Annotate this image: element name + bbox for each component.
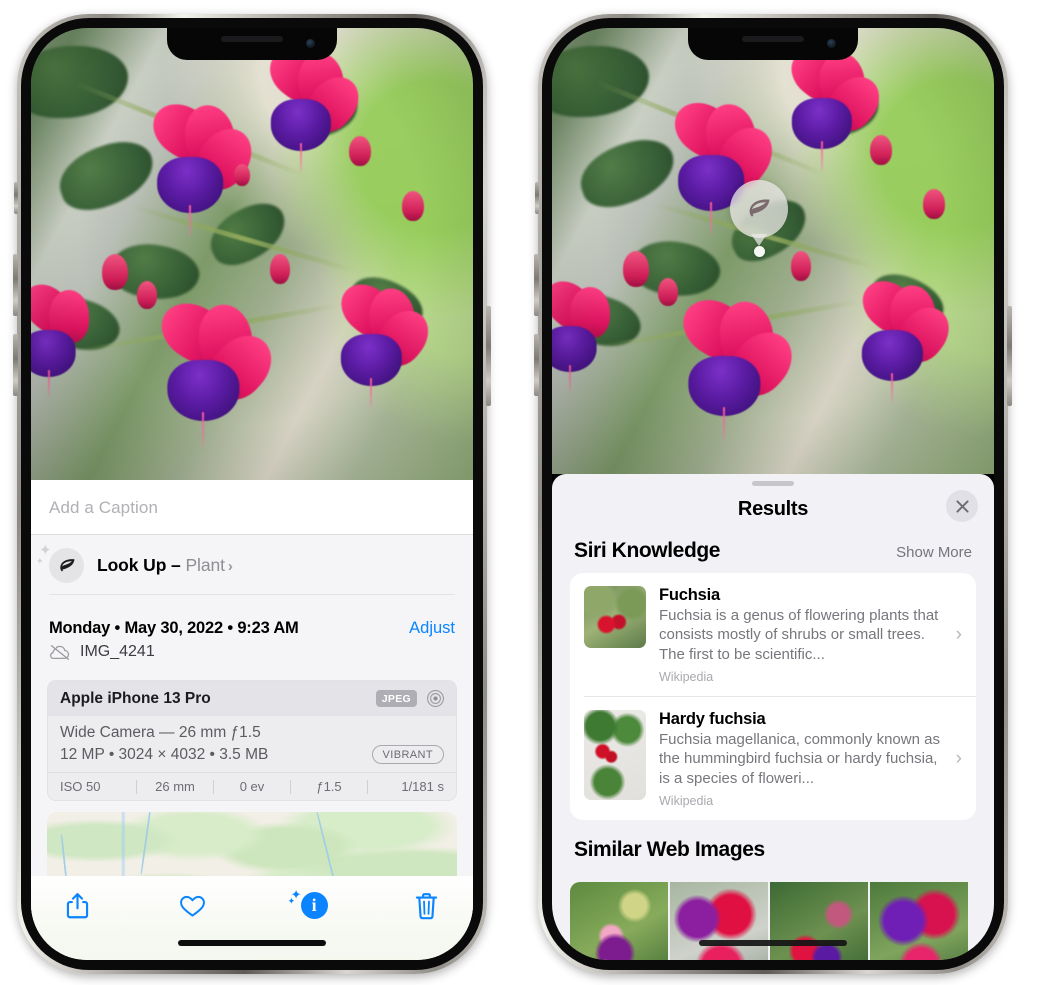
- cloud-slash-icon: [50, 644, 70, 660]
- badge-pointer: [751, 234, 767, 246]
- result-title: Fuchsia: [659, 586, 720, 604]
- divider: [49, 594, 455, 595]
- info-glyph: i: [300, 892, 328, 919]
- photo-viewer[interactable]: [552, 28, 994, 474]
- side-power-button[interactable]: [1007, 306, 1012, 406]
- exif-body: Wide Camera — 26 mm ƒ1.5 12 MP • 3024 × …: [48, 716, 456, 772]
- earpiece-speaker: [221, 36, 283, 42]
- exif-header: Apple iPhone 13 Pro JPEG: [48, 681, 456, 716]
- volume-down-button[interactable]: [13, 334, 18, 396]
- section-title: Siri Knowledge: [574, 539, 721, 562]
- share-icon: [66, 893, 88, 919]
- adjust-button[interactable]: Adjust: [409, 619, 455, 638]
- result-source: Wikipedia: [659, 670, 714, 685]
- home-indicator[interactable]: [699, 940, 847, 946]
- similar-web-images-header: Similar Web Images: [552, 838, 994, 872]
- front-camera: [827, 39, 836, 48]
- photographic-style-badge: VIBRANT: [371, 745, 444, 764]
- result-description: Fuchsia is a genus of flowering plants t…: [659, 607, 939, 663]
- subject-dot-indicator: [754, 246, 765, 257]
- volume-up-button[interactable]: [13, 254, 18, 316]
- screenshot-stage: Add a Caption ✦ ✦ Look Up – Plant › Mond…: [0, 0, 1055, 985]
- close-icon: [955, 499, 969, 513]
- silence-switch[interactable]: [14, 182, 18, 214]
- side-power-button[interactable]: [486, 306, 491, 406]
- notch: [167, 28, 337, 60]
- photo-vignette: [552, 28, 994, 474]
- front-camera: [306, 39, 315, 48]
- close-button[interactable]: [946, 490, 978, 522]
- show-more-button[interactable]: Show More: [896, 544, 972, 561]
- list-item[interactable]: Fuchsia Fuchsia is a genus of flowering …: [570, 573, 976, 696]
- leaf-icon: ✦ ✦: [36, 543, 84, 583]
- look-up-prefix: Look Up –: [97, 555, 186, 575]
- right-screen: Results Siri Knowledge Show More Fuchsia…: [552, 28, 994, 960]
- notch: [688, 28, 858, 60]
- web-image-4[interactable]: [870, 882, 968, 960]
- photo-metadata: Monday • May 30, 2022 • 9:23 AM Adjust I…: [31, 607, 473, 669]
- exif-exposure: 0 ev: [239, 779, 265, 794]
- favorite-button[interactable]: [172, 888, 212, 924]
- look-up-subject: Plant: [185, 555, 225, 575]
- aperture-icon: [427, 690, 444, 707]
- chevron-right-icon: ›: [227, 558, 233, 575]
- leaf-icon: [749, 199, 770, 217]
- web-image-2[interactable]: [670, 882, 768, 960]
- resolution-info: 12 MP • 3024 × 4032 • 3.5 MB: [60, 745, 269, 763]
- exif-iso: ISO 50: [60, 779, 101, 794]
- web-image-1[interactable]: [570, 882, 668, 960]
- section-title: Similar Web Images: [574, 838, 765, 862]
- trash-icon: [416, 893, 438, 920]
- siri-knowledge-card: Fuchsia Fuchsia is a genus of flowering …: [570, 573, 976, 821]
- web-image-3[interactable]: [770, 882, 868, 960]
- page-title: Results: [737, 498, 809, 520]
- chevron-right-icon: ›: [955, 623, 962, 645]
- photo-vignette: [31, 28, 473, 480]
- capture-date: Monday • May 30, 2022 • 9:23 AM: [49, 619, 299, 637]
- home-indicator[interactable]: [178, 940, 326, 946]
- photo-toolbar: ✦ ✦ i: [31, 876, 473, 960]
- results-sheet: Results Siri Knowledge Show More Fuchsia…: [552, 474, 994, 960]
- heart-icon: [179, 895, 205, 917]
- earpiece-speaker: [742, 36, 804, 42]
- iphone-left: Add a Caption ✦ ✦ Look Up – Plant › Mond…: [13, 14, 491, 974]
- delete-button[interactable]: [407, 888, 447, 924]
- file-name: IMG_4241: [80, 643, 155, 660]
- result-title: Hardy fuchsia: [659, 710, 766, 729]
- visual-look-up-badge[interactable]: [730, 180, 788, 238]
- result-thumbnail: [584, 710, 646, 801]
- results-header: Results: [552, 486, 994, 539]
- silence-switch[interactable]: [535, 182, 539, 214]
- caption-input[interactable]: Add a Caption: [31, 480, 473, 534]
- sparkle-small-icon: ✦: [36, 556, 44, 566]
- chevron-right-icon: ›: [955, 747, 962, 769]
- lens-info: Wide Camera — 26 mm ƒ1.5: [60, 724, 261, 741]
- photo-viewer[interactable]: [31, 28, 473, 480]
- volume-down-button[interactable]: [534, 334, 539, 396]
- result-thumbnail: [584, 586, 646, 648]
- exif-aperture: ƒ1.5: [316, 779, 342, 794]
- sparkle-small-icon: ✦: [287, 896, 296, 906]
- result-source: Wikipedia: [659, 794, 714, 809]
- info-button[interactable]: ✦ ✦ i: [288, 888, 332, 924]
- look-up-label: Look Up – Plant ›: [97, 555, 233, 576]
- volume-up-button[interactable]: [534, 254, 539, 316]
- camera-model: Apple iPhone 13 Pro: [60, 689, 211, 707]
- web-images-strip[interactable]: [552, 882, 994, 960]
- iphone-right: Results Siri Knowledge Show More Fuchsia…: [534, 14, 1012, 974]
- exif-shutter: 1/181 s: [401, 779, 444, 794]
- result-description: Fuchsia magellanica, commonly known as t…: [659, 731, 940, 787]
- exif-card: Apple iPhone 13 Pro JPEG Wide Camera — 2…: [47, 680, 457, 801]
- list-item[interactable]: Hardy fuchsia Fuchsia magellanica, commo…: [570, 697, 976, 820]
- look-up-section: ✦ ✦ Look Up – Plant ›: [31, 535, 473, 607]
- format-badge: JPEG: [375, 690, 417, 707]
- look-up-row[interactable]: ✦ ✦ Look Up – Plant ›: [36, 543, 455, 583]
- exif-settings-row: ISO 50 26 mm 0 ev ƒ1.5 1/181 s: [48, 772, 456, 800]
- exif-focal: 26 mm: [155, 779, 195, 794]
- share-button[interactable]: [57, 888, 97, 924]
- siri-knowledge-header: Siri Knowledge Show More: [552, 539, 994, 573]
- left-screen: Add a Caption ✦ ✦ Look Up – Plant › Mond…: [31, 28, 473, 960]
